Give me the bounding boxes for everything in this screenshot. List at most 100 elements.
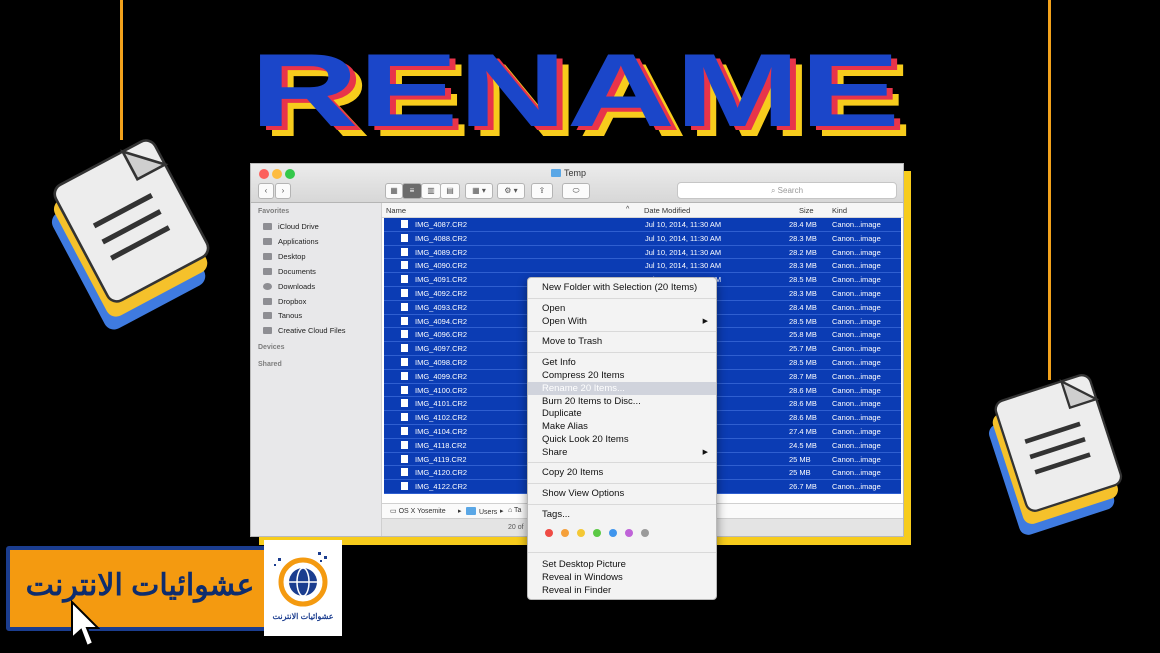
- sidebar-item-label: Dropbox: [278, 296, 307, 306]
- file-size: 28.5 MB: [789, 357, 817, 367]
- file-kind: Canon...image: [832, 247, 881, 257]
- file-icon: [401, 426, 408, 435]
- column-kind-header[interactable]: Kind: [832, 206, 847, 215]
- folder-icon: [263, 297, 272, 305]
- tag-color-dot[interactable]: [561, 529, 569, 537]
- menu-new-folder-with-selection[interactable]: New Folder with Selection (20 Items): [528, 281, 716, 294]
- file-icon: [401, 220, 408, 228]
- search-icon: ⌕: [770, 186, 778, 195]
- file-name: IMG_4120.CR2: [415, 468, 468, 478]
- brand-badge: عشوائيات الانترنت: [6, 546, 274, 631]
- tag-color-dot[interactable]: [545, 529, 553, 537]
- file-icon: [401, 482, 408, 491]
- file-icon: [401, 454, 408, 463]
- sidebar-item-downloads[interactable]: Downloads: [263, 280, 315, 292]
- path-home[interactable]: ⌂ Ta: [508, 507, 521, 514]
- menu-set-desktop-picture[interactable]: Set Desktop Picture: [528, 558, 716, 571]
- menu-reveal-in-windows[interactable]: Reveal in Windows: [528, 571, 716, 584]
- tag-color-dot[interactable]: [577, 529, 585, 537]
- file-icon: [401, 302, 408, 311]
- file-date: Jul 10, 2014, 11:30 AM: [645, 220, 722, 229]
- column-name-header[interactable]: Name: [386, 206, 406, 215]
- sidebar-favorites-heading: Favorites: [258, 208, 290, 215]
- column-view-button[interactable]: ▥: [421, 183, 441, 199]
- logo-caption: عشوائيات الانترنت: [272, 612, 334, 621]
- table-row[interactable]: IMG_4087.CR2 Jul 10, 2014, 11:30 AM 28.4 M…: [384, 218, 901, 232]
- sidebar-item-documents[interactable]: Documents: [263, 265, 316, 277]
- minimize-window-button[interactable]: [272, 169, 282, 179]
- path-users[interactable]: Users: [466, 507, 497, 516]
- status-text: 20 of: [508, 524, 524, 531]
- tag-color-dot[interactable]: [641, 529, 649, 537]
- file-name: IMG_4104.CR2: [415, 426, 468, 436]
- file-size: 28.2 MB: [789, 247, 817, 257]
- sidebar-item-label: Desktop: [278, 251, 306, 261]
- menu-compress[interactable]: Compress 20 Items: [528, 369, 716, 382]
- menu-tags[interactable]: Tags...: [528, 508, 716, 521]
- menu-copy[interactable]: Copy 20 Items: [528, 466, 716, 479]
- zoom-window-button[interactable]: [285, 169, 295, 179]
- column-size-header[interactable]: Size: [799, 206, 814, 215]
- arrange-button[interactable]: ▦ ▾: [465, 183, 493, 199]
- menu-item-label: Tags...: [542, 509, 570, 520]
- menu-duplicate[interactable]: Duplicate: [528, 407, 716, 420]
- sidebar-item-desktop[interactable]: Desktop: [263, 250, 306, 262]
- coverflow-view-button[interactable]: ▤: [440, 183, 460, 199]
- file-name: IMG_4118.CR2: [415, 440, 467, 450]
- menu-reveal-in-finder[interactable]: Reveal in Finder: [528, 584, 716, 597]
- file-size: 28.3 MB: [789, 233, 817, 243]
- file-kind: Canon...image: [832, 413, 881, 423]
- tag-color-dot[interactable]: [609, 529, 617, 537]
- menu-item-label: Move to Trash: [542, 336, 603, 347]
- menu-separator: [528, 462, 716, 463]
- file-icon: [401, 261, 408, 270]
- icon-view-button[interactable]: ▦: [385, 183, 403, 199]
- menu-show-view-options[interactable]: Show View Options: [528, 487, 716, 500]
- action-gear-button[interactable]: ⚙ ▾: [497, 183, 525, 199]
- documents-icon: [263, 267, 272, 275]
- file-kind: Canon...image: [832, 385, 881, 395]
- menu-quick-look[interactable]: Quick Look 20 Items: [528, 433, 716, 446]
- tag-color-dot[interactable]: [625, 529, 633, 537]
- list-view-button[interactable]: ≡: [402, 183, 422, 199]
- sidebar-item-icloud-drive[interactable]: iCloud Drive: [263, 220, 319, 232]
- tag-color-dot[interactable]: [593, 529, 601, 537]
- desktop-icon: [263, 252, 272, 260]
- column-date-header[interactable]: Date Modified: [644, 206, 690, 215]
- path-volume[interactable]: ▭ OS X Yosemite: [390, 507, 446, 515]
- table-row[interactable]: IMG_4088.CR2 Jul 10, 2014, 11:30 AM 28.3 M…: [384, 231, 901, 246]
- file-name: IMG_4100.CR2: [415, 385, 468, 395]
- file-icon: [401, 316, 408, 325]
- menu-open-with[interactable]: Open With ▶: [528, 315, 716, 328]
- file-kind: Canon...image: [832, 468, 881, 478]
- menu-make-alias[interactable]: Make Alias: [528, 420, 716, 433]
- table-row[interactable]: IMG_4089.CR2 Jul 10, 2014, 11:30 AM 28.2 M…: [384, 245, 901, 260]
- file-name: IMG_4093.CR2: [415, 302, 468, 312]
- forward-button[interactable]: ›: [275, 183, 291, 199]
- close-window-button[interactable]: [259, 169, 269, 179]
- file-icon: [401, 440, 408, 449]
- file-name: IMG_4119.CR2: [415, 454, 467, 464]
- menu-share[interactable]: Share ▶: [528, 446, 716, 459]
- file-icon: [401, 385, 408, 394]
- table-row[interactable]: IMG_4090.CR2 Jul 10, 2014, 11:30 AM 28.3 M…: [384, 259, 901, 274]
- menu-item-label: Reveal in Finder: [542, 585, 612, 596]
- brand-name: عشوائيات الانترنت: [25, 569, 255, 602]
- sidebar-item-applications[interactable]: Applications: [263, 235, 318, 247]
- menu-rename[interactable]: Rename 20 Items...: [528, 382, 716, 395]
- back-button[interactable]: ‹: [258, 183, 274, 199]
- share-button[interactable]: ⇪: [531, 183, 553, 199]
- sidebar-item-dropbox[interactable]: Dropbox: [263, 295, 306, 307]
- sidebar-item-tanous[interactable]: Tanous: [263, 309, 302, 321]
- sidebar-item-label: Downloads: [278, 281, 316, 291]
- edit-tags-button[interactable]: ⬭: [562, 183, 590, 199]
- menu-get-info[interactable]: Get Info: [528, 356, 716, 369]
- file-kind: Canon...image: [832, 357, 881, 367]
- file-name: IMG_4090.CR2: [415, 261, 468, 271]
- sidebar-item-creative-cloud-files[interactable]: Creative Cloud Files: [263, 324, 346, 336]
- menu-open[interactable]: Open: [528, 302, 716, 315]
- search-field[interactable]: ⌕ Search: [677, 182, 897, 199]
- file-icon: [401, 344, 408, 353]
- folder-icon: [551, 169, 561, 177]
- menu-move-to-trash[interactable]: Move to Trash: [528, 335, 716, 348]
